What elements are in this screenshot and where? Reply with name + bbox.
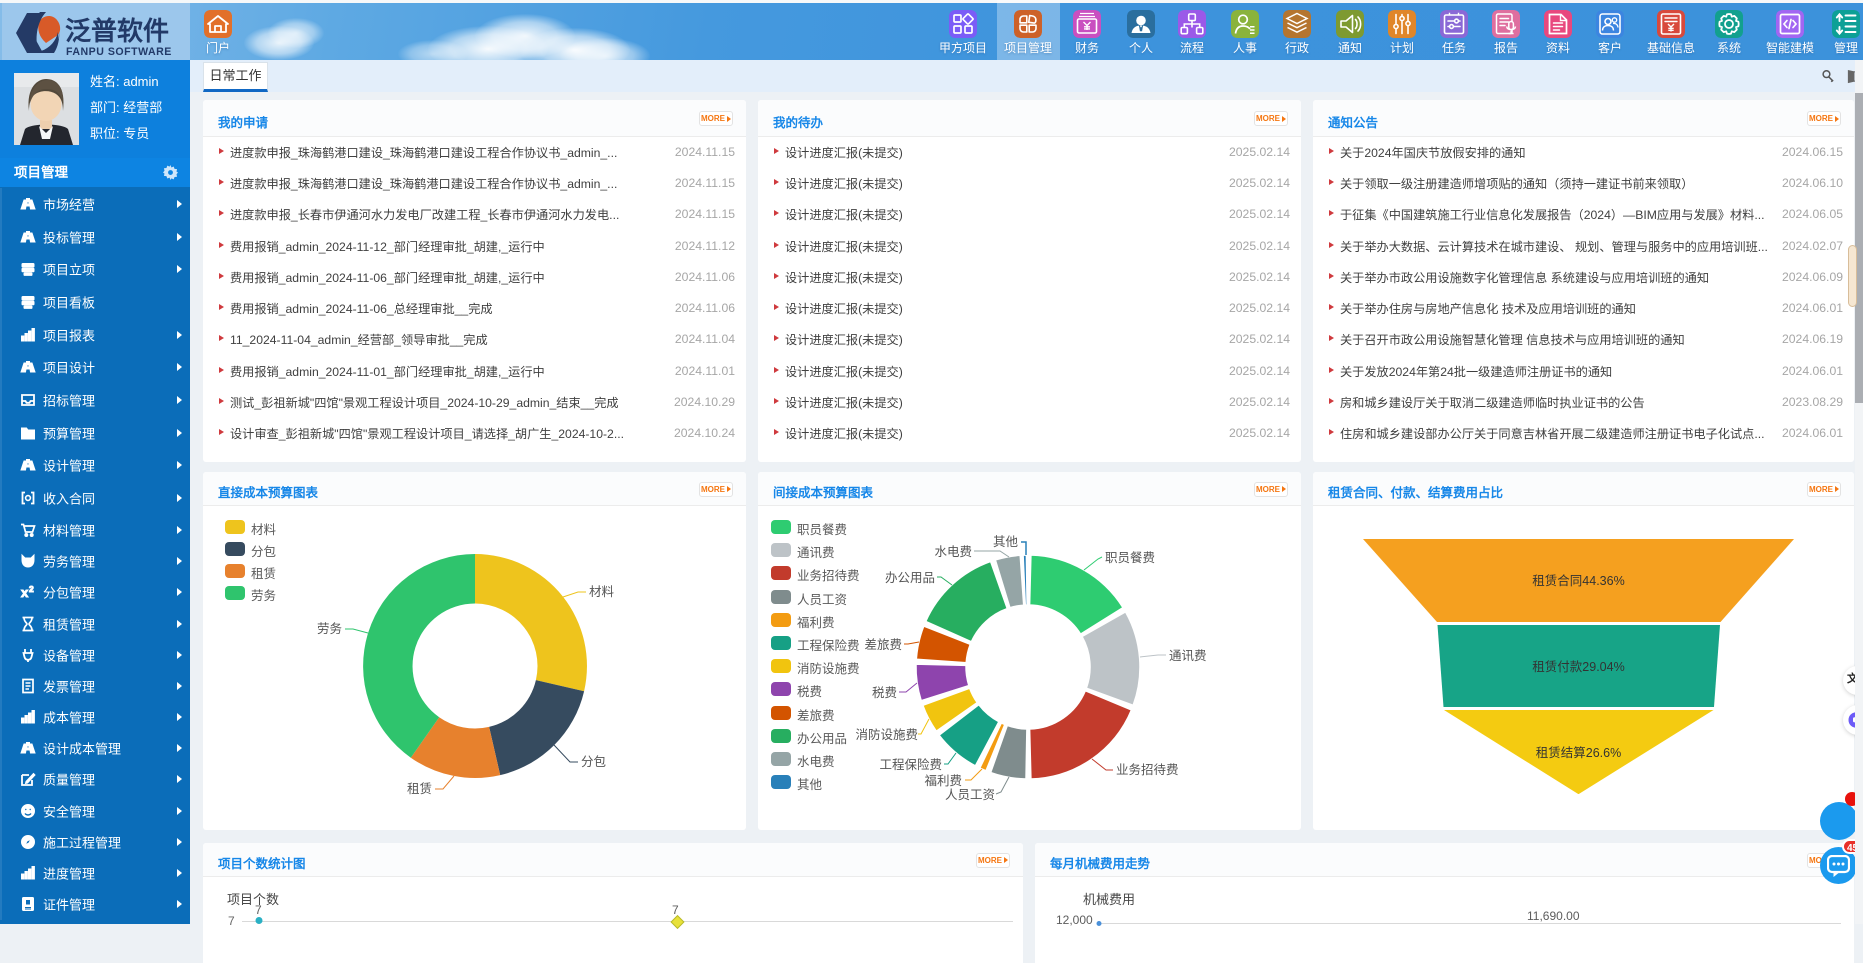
svg-text:分包: 分包: [581, 755, 606, 769]
svg-text:水电费: 水电费: [934, 545, 972, 559]
svg-text:其他: 其他: [993, 535, 1019, 549]
svg-text:消防设施费: 消防设施费: [855, 727, 918, 742]
svg-text:租赁结算26.6%: 租赁结算26.6%: [1536, 745, 1621, 760]
svg-text:业务招待费: 业务招待费: [1116, 762, 1179, 777]
svg-text:租赁: 租赁: [407, 782, 432, 796]
svg-text:工程保险费: 工程保险费: [879, 757, 942, 772]
svg-text:差旅费: 差旅费: [864, 638, 902, 652]
svg-text:租赁合同44.36%: 租赁合同44.36%: [1532, 573, 1624, 588]
svg-text:税费: 税费: [872, 686, 897, 700]
svg-text:办公用品: 办公用品: [885, 570, 935, 585]
svg-text:2: 2: [29, 584, 34, 594]
svg-text:租赁付款29.04%: 租赁付款29.04%: [1532, 660, 1624, 674]
svg-text:人员工资: 人员工资: [945, 788, 995, 802]
svg-text:x: x: [21, 585, 29, 600]
svg-text:FANPU SOFTWARE: FANPU SOFTWARE: [66, 46, 172, 58]
svg-text:通讯费: 通讯费: [1169, 649, 1207, 663]
svg-text:泛普软件: 泛普软件: [65, 16, 169, 46]
svg-text:职员餐费: 职员餐费: [1105, 550, 1155, 565]
svg-text:材料: 材料: [589, 585, 615, 599]
svg-text:劳务: 劳务: [317, 621, 342, 636]
svg-text:福利费: 福利费: [924, 773, 962, 788]
